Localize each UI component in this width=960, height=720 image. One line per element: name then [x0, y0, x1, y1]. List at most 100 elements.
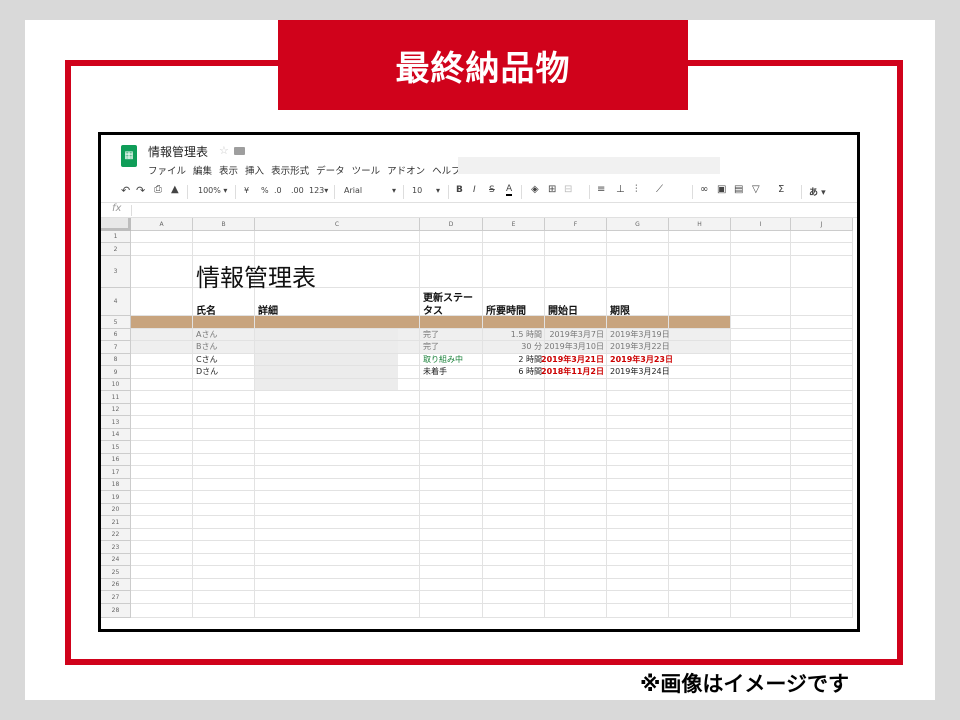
zoom-select[interactable]: 100% ▾ — [198, 186, 227, 195]
italic-button[interactable]: I — [473, 185, 476, 195]
row-header[interactable]: 27 — [101, 591, 131, 604]
row-header[interactable]: 11 — [101, 391, 131, 404]
cell-name[interactable]: Aさん — [196, 329, 217, 341]
column-header[interactable]: B — [193, 218, 255, 231]
row-header[interactable]: 24 — [101, 554, 131, 566]
row-header[interactable]: 7 — [101, 341, 131, 354]
comment-icon[interactable]: ▣ — [717, 184, 726, 195]
menu-item[interactable]: ヘルプ — [432, 163, 461, 177]
filter-icon[interactable]: ▽ — [752, 184, 760, 195]
undo-icon[interactable]: ↶ — [121, 184, 130, 197]
font-select-caret[interactable]: ▾ — [392, 186, 396, 195]
menu-item[interactable]: 表示形式 — [271, 163, 309, 177]
cell-status[interactable]: 取り組み中 — [423, 354, 463, 366]
row-header[interactable]: 6 — [101, 329, 131, 341]
row-header[interactable]: 5 — [101, 316, 131, 329]
cell-start-date[interactable]: 2018年11月2日 — [525, 366, 604, 378]
row-header[interactable]: 13 — [101, 416, 131, 429]
menu-item[interactable]: ファイル — [148, 163, 186, 177]
row-header[interactable]: 20 — [101, 504, 131, 516]
row-header[interactable]: 28 — [101, 604, 131, 618]
row-header[interactable]: 23 — [101, 541, 131, 554]
text-color-button[interactable]: A — [506, 184, 513, 196]
paint-format-icon[interactable]: ▲ — [171, 184, 179, 195]
folder-icon[interactable] — [234, 147, 245, 155]
cell-status[interactable]: 完了 — [423, 341, 439, 353]
column-header[interactable]: F — [545, 218, 607, 231]
input-tools-button[interactable]: あ ▾ — [809, 185, 826, 198]
row-header[interactable]: 21 — [101, 516, 131, 529]
cell-deadline[interactable]: 2019年3月24日 — [610, 366, 670, 378]
column-header[interactable]: D — [420, 218, 483, 231]
menu-item[interactable]: 挿入 — [245, 163, 264, 177]
merge-icon[interactable]: ⊟ — [564, 184, 572, 195]
cell-start-date[interactable]: 2019年3月21日 — [525, 354, 604, 366]
column-header[interactable]: G — [607, 218, 669, 231]
link-icon[interactable]: ∞ — [700, 184, 708, 195]
cell-name[interactable]: Dさん — [196, 366, 218, 378]
decrease-decimal-button[interactable]: .0 — [274, 186, 282, 195]
row-header[interactable]: 18 — [101, 479, 131, 491]
row-header[interactable]: 8 — [101, 354, 131, 366]
row-header[interactable]: 2 — [101, 243, 131, 256]
row-header[interactable]: 26 — [101, 579, 131, 591]
row-header[interactable]: 19 — [101, 491, 131, 504]
row-header[interactable]: 25 — [101, 566, 131, 579]
functions-icon[interactable]: Σ — [778, 184, 784, 195]
cell-deadline[interactable]: 2019年3月23日 — [610, 354, 673, 366]
column-header[interactable]: I — [731, 218, 791, 231]
cell-start-date[interactable]: 2019年3月7日 — [525, 329, 604, 341]
align-icon[interactable]: ≡ — [597, 184, 605, 195]
row-header[interactable]: 12 — [101, 404, 131, 416]
more-formats-button[interactable]: 123▾ — [309, 186, 328, 195]
column-header[interactable]: J — [791, 218, 853, 231]
row-header[interactable]: 9 — [101, 366, 131, 379]
menu-item[interactable]: 編集 — [193, 163, 212, 177]
row-header[interactable]: 4 — [101, 288, 131, 316]
font-select[interactable]: Arial — [344, 186, 362, 195]
sheets-logo-icon[interactable]: ▦ — [121, 145, 137, 167]
row-header[interactable]: 16 — [101, 454, 131, 466]
row-header[interactable]: 1 — [101, 231, 131, 243]
cell-deadline[interactable]: 2019年3月19日 — [610, 329, 670, 341]
fill-color-icon[interactable]: ◈ — [531, 184, 539, 195]
row-header[interactable]: 10 — [101, 379, 131, 391]
increase-decimal-button[interactable]: .00 — [291, 186, 304, 195]
cell-name[interactable]: Bさん — [196, 341, 218, 353]
row-header[interactable]: 3 — [101, 256, 131, 288]
menu-item[interactable]: データ — [316, 163, 345, 177]
row-header[interactable]: 15 — [101, 441, 131, 454]
cell-status[interactable]: 未着手 — [423, 366, 447, 378]
row-header[interactable]: 17 — [101, 466, 131, 479]
rotate-icon[interactable]: ⟋ — [656, 184, 663, 195]
chart-icon[interactable]: ▤ — [734, 184, 743, 195]
column-header[interactable]: A — [131, 218, 193, 231]
bold-button[interactable]: B — [456, 185, 463, 195]
borders-icon[interactable]: ⊞ — [548, 184, 556, 195]
column-header[interactable]: E — [483, 218, 545, 231]
wrap-icon[interactable]: ⫶ — [635, 184, 638, 195]
font-size-select[interactable]: 10 — [412, 186, 422, 195]
sheet-grid[interactable]: A B C D E F G H I J 1 2 3 4 5 6 7 8 9 10 11 12 13 14 15 16 17 18 19 2… — [101, 218, 857, 629]
menu-item[interactable]: 表示 — [219, 163, 238, 177]
row-header[interactable]: 22 — [101, 529, 131, 541]
cell-start-date[interactable]: 2019年3月10日 — [525, 341, 604, 353]
column-header[interactable]: C — [255, 218, 420, 231]
currency-button[interactable]: ¥ — [244, 186, 249, 195]
cell-deadline[interactable]: 2019年3月22日 — [610, 341, 670, 353]
row-header[interactable]: 14 — [101, 429, 131, 441]
cell-status[interactable]: 完了 — [423, 329, 439, 341]
document-title[interactable]: 情報管理表 — [148, 143, 208, 160]
valign-icon[interactable]: ⊥ — [616, 184, 625, 195]
percent-button[interactable]: % — [261, 186, 269, 195]
strikethrough-button[interactable]: S — [489, 185, 495, 195]
menu-item[interactable]: アドオン — [387, 163, 425, 177]
menu-item[interactable]: ツール — [352, 163, 381, 177]
column-header[interactable]: H — [669, 218, 731, 231]
font-size-caret[interactable]: ▾ — [436, 186, 440, 195]
print-icon[interactable]: ⎙ — [154, 184, 162, 195]
select-all-corner[interactable] — [101, 218, 131, 231]
cell-name[interactable]: Cさん — [196, 354, 218, 366]
redo-icon[interactable]: ↷ — [136, 184, 145, 197]
star-icon[interactable]: ☆ — [219, 144, 229, 157]
